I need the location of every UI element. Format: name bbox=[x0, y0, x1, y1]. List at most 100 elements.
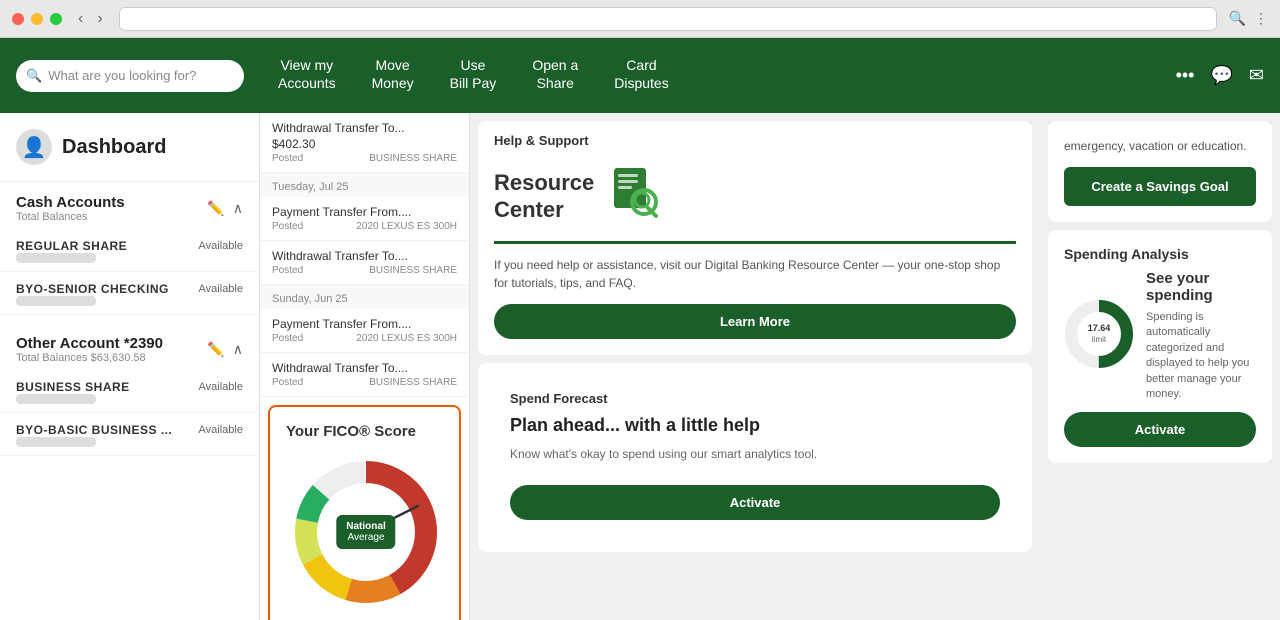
nav-move-money[interactable]: MoveMoney bbox=[354, 38, 432, 113]
savings-description: emergency, vacation or education. bbox=[1064, 137, 1256, 155]
top-nav: 🔍 What are you looking for? View myAccou… bbox=[0, 38, 1280, 113]
resource-icon-area bbox=[606, 164, 666, 229]
back-button[interactable]: ‹ bbox=[74, 8, 87, 30]
green-divider bbox=[494, 241, 1016, 244]
account-byo-basic[interactable]: BYO-BASIC BUSINESS ... Available bbox=[0, 413, 259, 456]
forecast-description: Know what's okay to spend using our smar… bbox=[494, 445, 1016, 475]
resource-center: ResourceCenter bbox=[478, 156, 1032, 241]
browser-search-button[interactable]: 🔍 bbox=[1229, 10, 1246, 27]
trans-status: Posted bbox=[272, 377, 303, 388]
nav-right: ••• 💬 ✉ bbox=[1176, 65, 1280, 86]
maximize-button[interactable] bbox=[50, 13, 62, 25]
trans-account: BUSINESS SHARE bbox=[369, 265, 457, 276]
right-content: emergency, vacation or education. Create… bbox=[1040, 113, 1280, 620]
search-area: 🔍 What are you looking for? bbox=[0, 60, 260, 92]
transaction-item[interactable]: Withdrawal Transfer To... $402.30 Posted… bbox=[260, 113, 469, 173]
main-content: 👤 Dashboard Cash Accounts Total Balances… bbox=[0, 113, 1280, 620]
spend-forecast-card: Spend Forecast Plan ahead... with a litt… bbox=[478, 363, 1032, 552]
window-chrome: ‹ › 🔍 ⋮ bbox=[0, 0, 1280, 38]
transaction-item[interactable]: Withdrawal Transfer To.... Posted BUSINE… bbox=[260, 241, 469, 285]
cash-accounts-toggle[interactable]: ∧ bbox=[233, 200, 243, 217]
nav-bill-pay[interactable]: UseBill Pay bbox=[432, 38, 515, 113]
cash-accounts-subtitle: Total Balances bbox=[16, 211, 125, 223]
account-balance-bar bbox=[16, 253, 96, 263]
trans-meta: $402.30 bbox=[272, 137, 457, 151]
account-byo-senior[interactable]: BYO-SENIOR CHECKING Available bbox=[0, 272, 259, 315]
traffic-lights bbox=[12, 13, 62, 25]
trans-name: Payment Transfer From.... bbox=[272, 317, 457, 331]
forecast-activate-button[interactable]: Activate bbox=[510, 485, 1000, 520]
help-support-card: Help & Support ResourceCenter bbox=[478, 121, 1032, 355]
search-box[interactable]: 🔍 What are you looking for? bbox=[16, 60, 244, 92]
savings-goal-card: emergency, vacation or education. Create… bbox=[1048, 121, 1272, 222]
account-name: BUSINESS SHARE bbox=[16, 380, 130, 394]
trans-name: Payment Transfer From.... bbox=[272, 205, 457, 219]
other-accounts-subtitle: Total Balances $63,630.58 bbox=[16, 352, 163, 364]
account-business-share[interactable]: BUSINESS SHARE Available bbox=[0, 370, 259, 413]
trans-name: Withdrawal Transfer To.... bbox=[272, 249, 457, 263]
nav-view-accounts[interactable]: View myAccounts bbox=[260, 38, 354, 113]
transaction-item[interactable]: Payment Transfer From.... Posted 2020 LE… bbox=[260, 309, 469, 353]
cash-accounts-edit[interactable]: ✏️ bbox=[207, 200, 224, 217]
spending-content: 17.64 limit See your spending Spending i… bbox=[1064, 270, 1256, 402]
fico-national-sub: Average bbox=[346, 532, 385, 543]
account-regular-share[interactable]: REGULAR SHARE Available bbox=[0, 229, 259, 272]
account-name: BYO-BASIC BUSINESS ... bbox=[16, 423, 172, 437]
close-button[interactable] bbox=[12, 13, 24, 25]
sidebar: 👤 Dashboard Cash Accounts Total Balances… bbox=[0, 113, 260, 620]
transaction-item[interactable]: Withdrawal Transfer To.... Posted BUSINE… bbox=[260, 353, 469, 397]
account-badge: Available bbox=[199, 381, 243, 393]
forecast-heading: Plan ahead... with a little help bbox=[494, 414, 1016, 445]
window-toolbar: 🔍 ⋮ bbox=[1229, 10, 1268, 27]
resource-title: ResourceCenter bbox=[494, 170, 594, 223]
nav-mail-button[interactable]: ✉ bbox=[1249, 65, 1264, 86]
address-bar[interactable] bbox=[119, 7, 1217, 31]
app: 🔍 What are you looking for? View myAccou… bbox=[0, 38, 1280, 620]
spending-description: Spending is automatically categorized an… bbox=[1146, 310, 1256, 402]
spending-analysis-card: Spending Analysis 17.64 limit See your s… bbox=[1048, 230, 1272, 463]
spending-info: See your spending Spending is automatica… bbox=[1146, 270, 1256, 402]
other-accounts-edit[interactable]: ✏️ bbox=[207, 341, 224, 358]
resource-text: ResourceCenter bbox=[494, 170, 594, 223]
other-accounts-toggle[interactable]: ∧ bbox=[233, 341, 243, 358]
fico-title: Your FICO® Score bbox=[286, 423, 443, 440]
fico-card: Your FICO® Score bbox=[268, 405, 461, 620]
search-placeholder: What are you looking for? bbox=[48, 68, 196, 83]
trans-name: Withdrawal Transfer To... bbox=[272, 121, 457, 135]
trans-amount: $402.30 bbox=[272, 137, 315, 151]
nav-open-share[interactable]: Open aShare bbox=[514, 38, 596, 113]
other-accounts-actions: ✏️ ∧ bbox=[207, 341, 243, 358]
spending-donut: 17.64 limit bbox=[1064, 299, 1134, 374]
account-balance-bar bbox=[16, 296, 96, 306]
nav-card-disputes[interactable]: CardDisputes bbox=[596, 38, 686, 113]
trans-account: BUSINESS SHARE bbox=[369, 153, 457, 164]
resource-center-icon bbox=[606, 164, 666, 224]
browser-nav: ‹ › bbox=[74, 8, 107, 30]
nav-chat-button[interactable]: 💬 bbox=[1210, 65, 1232, 86]
account-balance-bar bbox=[16, 394, 96, 404]
account-balance-bar bbox=[16, 437, 96, 447]
trans-status: Posted bbox=[272, 221, 303, 232]
account-name: REGULAR SHARE bbox=[16, 239, 127, 253]
browser-menu-button[interactable]: ⋮ bbox=[1254, 10, 1268, 27]
help-header: Help & Support bbox=[478, 121, 1032, 156]
transaction-item[interactable]: Payment Transfer From.... Posted 2020 LE… bbox=[260, 197, 469, 241]
forecast-title: Spend Forecast bbox=[494, 379, 1016, 414]
create-savings-goal-button[interactable]: Create a Savings Goal bbox=[1064, 167, 1256, 206]
spending-heading: See your spending bbox=[1146, 270, 1256, 304]
trans-status: Posted bbox=[272, 333, 303, 344]
spending-activate-button[interactable]: Activate bbox=[1064, 412, 1256, 447]
cash-accounts-header: Cash Accounts Total Balances ✏️ ∧ bbox=[0, 182, 259, 229]
other-accounts-header: Other Account *2390 Total Balances $63,6… bbox=[0, 323, 259, 370]
resource-description: If you need help or assistance, visit ou… bbox=[478, 256, 1032, 304]
account-name: BYO-SENIOR CHECKING bbox=[16, 282, 169, 296]
nav-more-button[interactable]: ••• bbox=[1176, 65, 1195, 86]
sidebar-header: 👤 Dashboard bbox=[0, 113, 259, 182]
forward-button[interactable]: › bbox=[93, 8, 106, 30]
spending-donut-svg: 17.64 limit bbox=[1064, 299, 1134, 369]
trans-status: Posted bbox=[272, 153, 303, 164]
minimize-button[interactable] bbox=[31, 13, 43, 25]
fico-national-average: National Average bbox=[336, 515, 395, 549]
cash-accounts-actions: ✏️ ∧ bbox=[207, 200, 243, 217]
learn-more-button[interactable]: Learn More bbox=[494, 304, 1016, 339]
